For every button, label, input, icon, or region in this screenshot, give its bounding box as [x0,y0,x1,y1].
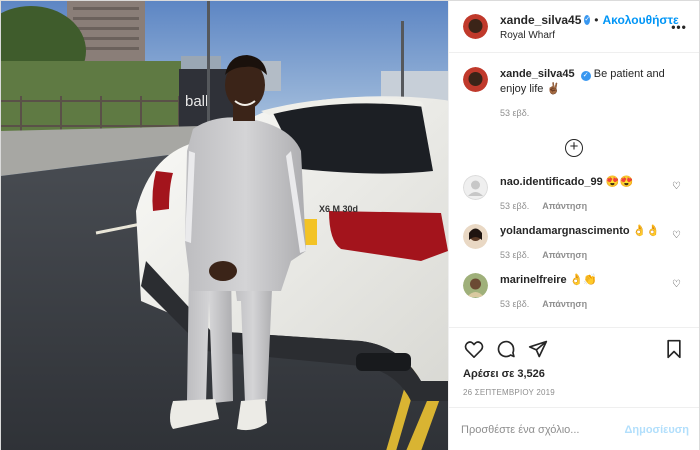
reply-button[interactable]: Απάντηση [542,249,587,261]
author-username[interactable]: xande_silva45 [500,13,581,27]
header-text: xande_silva45 ✓ • Ακολουθήστε Royal Whar… [500,12,679,41]
add-comment-bar: Δημοσίευση [449,407,699,450]
comment-avatar[interactable] [463,223,488,249]
caption: xande_silva45 ✓ Be patient and enjoy lif… [463,67,685,119]
reply-button[interactable]: Απάντηση [542,298,587,310]
comment-avatar[interactable] [463,174,488,200]
post-photo[interactable]: ball Y X6 M 30d [1,1,448,450]
post-actions: Αρέσει σε 3,526 26 ΣΕΠΤΕΜΒΡΙΟΥ 2019 [449,327,699,397]
like-comment-heart-icon[interactable]: ♡ [672,279,681,290]
post-location[interactable]: Royal Wharf [500,30,671,41]
car-badge: X6 M 30d [319,204,358,214]
verified-badge-icon: ✓ [584,14,591,25]
load-more-comments: + [463,138,685,157]
comment-time[interactable]: 53 εβδ. [500,298,529,310]
comment-text: 👌👌 [632,224,661,237]
action-icons [463,336,685,362]
comment-text: 😍😍 [605,175,634,188]
publish-button[interactable]: Δημοσίευση [624,424,699,436]
comment-meta: 53 εβδ. Απάντηση [500,298,685,310]
like-comment-heart-icon[interactable]: ♡ [672,230,681,241]
comment-username[interactable]: marinelfreire [500,274,567,286]
comment-username[interactable]: nao.identificado_99 [500,176,603,188]
share-icon[interactable] [527,338,549,360]
plus-circle-icon[interactable]: + [565,138,583,157]
comment-meta: 53 εβδ. Απάντηση [500,249,685,261]
heart-icon[interactable] [463,338,485,360]
separator-dot: • [594,12,599,27]
comment-icon[interactable] [495,338,517,360]
comment-username[interactable]: yolandamargnascimento [500,225,630,237]
caption-time[interactable]: 53 εβδ. [500,107,529,119]
reply-button[interactable]: Απάντηση [542,200,587,212]
comment-item: marinelfreire 👌👏 53 εβδ. Απάντηση ♡ [463,272,685,310]
comment-item: nao.identificado_99 😍😍 53 εβδ. Απάντηση … [463,174,685,212]
bookmark-icon[interactable] [663,338,685,360]
comment-avatar[interactable] [463,272,488,298]
comment-body: nao.identificado_99 😍😍 53 εβδ. Απάντηση [500,175,685,212]
comment-body: marinelfreire 👌👏 53 εβδ. Απάντηση [500,273,685,310]
comment-body: yolandamargnascimento 👌👌 53 εβδ. Απάντησ… [500,224,685,261]
more-options-icon[interactable]: ••• [671,20,687,34]
sign-text: ball [185,93,208,110]
post-date: 26 ΣΕΠΤΕΜΒΡΙΟΥ 2019 [463,388,555,397]
post-header: xande_silva45 ✓ • Ακολουθήστε Royal Whar… [449,1,699,53]
caption-meta: 53 εβδ. [500,107,685,119]
comment-time[interactable]: 53 εβδ. [500,249,529,261]
likes-count[interactable]: Αρέσει σε 3,526 [463,368,685,380]
caption-body: xande_silva45 ✓ Be patient and enjoy lif… [500,67,685,119]
like-comment-heart-icon[interactable]: ♡ [672,181,681,192]
header-line: xande_silva45 ✓ • Ακολουθήστε [500,12,679,27]
post-side-panel: xande_silva45 ✓ • Ακολουθήστε Royal Whar… [448,1,699,450]
verified-badge-icon: ✓ [580,71,591,81]
caption-username[interactable]: xande_silva45 [500,68,575,80]
comment-meta: 53 εβδ. Απάντηση [500,200,685,212]
follow-button[interactable]: Ακολουθήστε [602,13,678,27]
caption-avatar[interactable] [463,67,488,92]
author-avatar[interactable] [463,14,488,39]
post-image: ball Y X6 M 30d [1,1,448,450]
comment-item: yolandamargnascimento 👌👌 53 εβδ. Απάντησ… [463,223,685,261]
instagram-post: ball Y X6 M 30d [0,0,700,450]
comments-section[interactable]: xande_silva45 ✓ Be patient and enjoy lif… [449,53,699,327]
comment-input[interactable] [461,423,625,436]
comment-text: 👌👏 [569,273,598,286]
comment-time[interactable]: 53 εβδ. [500,200,529,212]
